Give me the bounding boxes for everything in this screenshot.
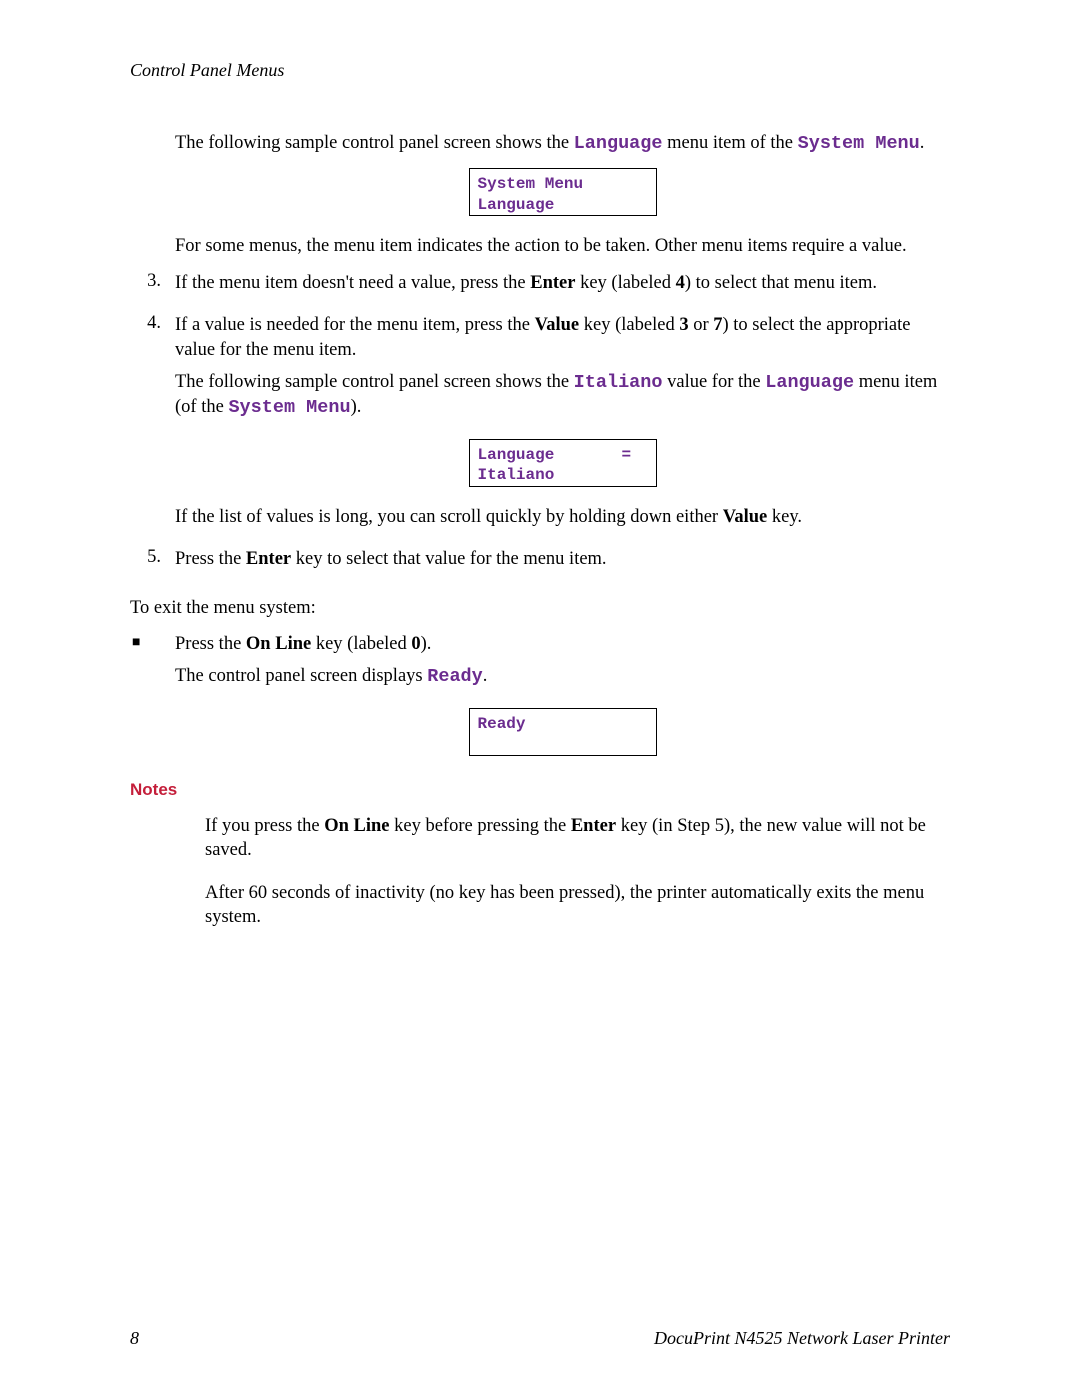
text: ). bbox=[351, 397, 362, 417]
key-enter: Enter bbox=[571, 816, 616, 836]
term-language: Language bbox=[574, 133, 663, 154]
text: If the menu item doesn't need a value, p… bbox=[175, 273, 530, 293]
box-line: System Menu bbox=[478, 175, 584, 193]
running-header: Control Panel Menus bbox=[130, 60, 950, 81]
term-ready: Ready bbox=[427, 666, 483, 687]
text: key to select that value for the menu it… bbox=[291, 549, 606, 569]
step-4: 4. If a value is needed for the menu ite… bbox=[175, 313, 950, 429]
page-number: 8 bbox=[130, 1328, 139, 1349]
text: . bbox=[483, 666, 488, 686]
text: key (labeled bbox=[575, 273, 675, 293]
text: Press the On Line key (labeled 0). bbox=[175, 632, 950, 656]
key-value: Value bbox=[723, 507, 768, 527]
box-line: Italiano bbox=[478, 466, 555, 484]
note-1: If you press the On Line key before pres… bbox=[175, 814, 950, 863]
bullet-item: ■ Press the On Line key (labeled 0). The… bbox=[175, 632, 950, 698]
term-system-menu: System Menu bbox=[798, 133, 920, 154]
key-3: 3 bbox=[679, 315, 688, 335]
display-box-3: Ready bbox=[469, 708, 657, 756]
text: key (labeled bbox=[579, 315, 679, 335]
step-number: 3. bbox=[130, 271, 175, 303]
exit-section: To exit the menu system: ■ Press the On … bbox=[130, 596, 950, 698]
text: The control panel screen displays Ready. bbox=[175, 664, 950, 689]
key-7: 7 bbox=[713, 315, 722, 335]
intro-paragraph: The following sample control panel scree… bbox=[175, 131, 950, 156]
step-3: 3. If the menu item doesn't need a value… bbox=[175, 271, 950, 303]
key-enter: Enter bbox=[246, 549, 291, 569]
term-system-menu: System Menu bbox=[228, 397, 350, 418]
text: Press the Enter key to select that value… bbox=[175, 547, 950, 571]
step-4-continued: If the list of values is long, you can s… bbox=[175, 505, 950, 537]
bullet-body: Press the On Line key (labeled 0). The c… bbox=[175, 632, 950, 698]
box-line: Language = bbox=[478, 446, 632, 464]
key-online: On Line bbox=[246, 634, 311, 654]
display-box-2: Language = Italiano bbox=[469, 439, 657, 487]
text: key. bbox=[767, 507, 802, 527]
step-5: 5. Press the Enter key to select that va… bbox=[175, 547, 950, 579]
text: If a value is needed for the menu item, … bbox=[175, 313, 950, 362]
notes-heading: Notes bbox=[130, 780, 950, 800]
text: ) to select that menu item. bbox=[685, 273, 877, 293]
text: or bbox=[689, 315, 714, 335]
text: Press the bbox=[175, 549, 246, 569]
key-value: Value bbox=[535, 315, 580, 335]
box-line: Language bbox=[478, 196, 555, 214]
text: menu item of the bbox=[663, 133, 798, 153]
step-body: If the list of values is long, you can s… bbox=[175, 505, 950, 537]
term-language: Language bbox=[765, 372, 854, 393]
step-body: Press the Enter key to select that value… bbox=[175, 547, 950, 579]
text: If you press the bbox=[205, 816, 324, 836]
text: If the menu item doesn't need a value, p… bbox=[175, 271, 950, 295]
note-2: After 60 seconds of inactivity (no key h… bbox=[175, 881, 950, 930]
text: key (labeled bbox=[311, 634, 411, 654]
display-box-1: System Menu Language bbox=[469, 168, 657, 216]
text: If the list of values is long, you can s… bbox=[175, 507, 723, 527]
paragraph: For some menus, the menu item indicates … bbox=[175, 234, 950, 258]
text: Press the bbox=[175, 634, 246, 654]
text: . bbox=[920, 133, 925, 153]
text: The following sample control panel scree… bbox=[175, 370, 950, 421]
text: The following sample control panel scree… bbox=[175, 133, 574, 153]
step-number: 5. bbox=[130, 547, 175, 579]
main-content: The following sample control panel scree… bbox=[130, 131, 950, 930]
step-number: 4. bbox=[130, 313, 175, 429]
exit-intro: To exit the menu system: bbox=[130, 596, 950, 620]
key-4: 4 bbox=[676, 273, 685, 293]
text: If the list of values is long, you can s… bbox=[175, 505, 950, 529]
text: If a value is needed for the menu item, … bbox=[175, 315, 535, 335]
spacer bbox=[130, 505, 175, 537]
text: value for the bbox=[663, 372, 766, 392]
bullet-icon: ■ bbox=[130, 632, 175, 698]
term-italiano: Italiano bbox=[574, 372, 663, 393]
footer-title: DocuPrint N4525 Network Laser Printer bbox=[654, 1328, 950, 1349]
page-footer: 8 DocuPrint N4525 Network Laser Printer bbox=[130, 1328, 950, 1349]
key-online: On Line bbox=[324, 816, 389, 836]
key-enter: Enter bbox=[530, 273, 575, 293]
key-0: 0 bbox=[411, 634, 420, 654]
text: The following sample control panel scree… bbox=[175, 372, 574, 392]
step-body: If the menu item doesn't need a value, p… bbox=[175, 271, 950, 303]
box-line: Ready bbox=[478, 715, 526, 733]
text: ). bbox=[421, 634, 432, 654]
text: key before pressing the bbox=[390, 816, 571, 836]
step-body: If a value is needed for the menu item, … bbox=[175, 313, 950, 429]
text: The control panel screen displays bbox=[175, 666, 427, 686]
